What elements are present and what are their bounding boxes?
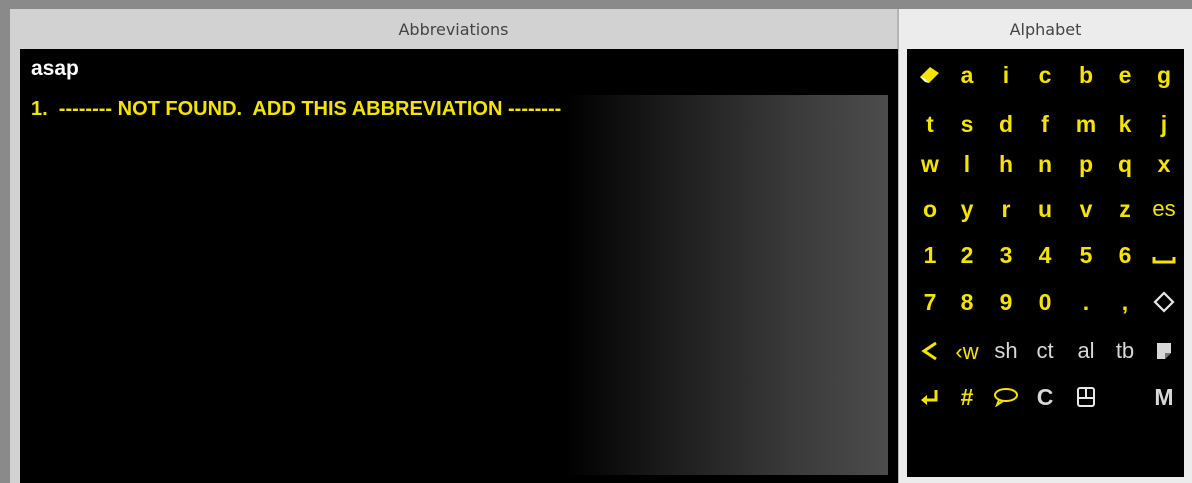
key-w[interactable]: w [911,145,949,183]
key-2[interactable]: 2 [948,236,986,274]
key-4[interactable]: 4 [1026,236,1064,274]
window-frame-top [0,0,1192,9]
eraser-icon[interactable] [911,56,949,94]
key-M[interactable]: M [1145,378,1183,416]
key-s[interactable]: s [948,105,986,143]
key-ct[interactable]: ct [1026,332,1064,370]
key-q[interactable]: q [1106,145,1144,183]
key-x[interactable]: x [1145,145,1183,183]
key-v[interactable]: v [1067,190,1105,228]
results-bottom-edge [20,475,898,483]
key-3[interactable]: 3 [987,236,1025,274]
key-p[interactable]: p [1067,145,1105,183]
back-word-icon[interactable]: ‹w [948,332,986,370]
note-icon[interactable] [1145,332,1183,370]
enter-icon[interactable] [911,378,949,416]
key-d[interactable]: d [987,105,1025,143]
speech-bubble-icon[interactable] [987,378,1025,416]
abbreviation-input[interactable]: asap [20,49,898,89]
key-a[interactable]: a [948,56,986,94]
key-5[interactable]: 5 [1067,236,1105,274]
abbreviation-results-list[interactable]: 1. -------- NOT FOUND. ADD THIS ABBREVIA… [20,89,898,483]
key-0[interactable]: 0 [1026,283,1064,321]
key-m[interactable]: m [1067,105,1105,143]
key-blank[interactable] [1106,378,1144,416]
key-es[interactable]: es [1145,190,1183,228]
key-k[interactable]: k [1106,105,1144,143]
back-arrow-icon[interactable] [911,332,949,370]
key-al[interactable]: al [1067,332,1105,370]
key-#[interactable]: # [948,378,986,416]
key-y[interactable]: y [948,190,986,228]
key-l[interactable]: l [948,145,986,183]
key-h[interactable]: h [987,145,1025,183]
key-9[interactable]: 9 [987,283,1025,321]
alphabet-keyboard: a i c b e g t s d f m k j w l h n p q x o y r u v z es 1 2 3 4 5 6 7 8 9 0.,… [907,49,1184,477]
key-7[interactable]: 7 [911,283,949,321]
space-icon[interactable] [1145,236,1183,274]
key-,[interactable]: , [1106,283,1144,321]
window-frame-left [0,0,10,483]
key-e[interactable]: e [1106,56,1144,94]
key-j[interactable]: j [1145,105,1183,143]
key-n[interactable]: n [1026,145,1064,183]
key-C[interactable]: C [1026,378,1064,416]
key-t[interactable]: t [911,105,949,143]
key-r[interactable]: r [987,190,1025,228]
key-b[interactable]: b [1067,56,1105,94]
key-f[interactable]: f [1026,105,1064,143]
key-sh[interactable]: sh [987,332,1025,370]
key-.[interactable]: . [1067,283,1105,321]
key-1[interactable]: 1 [911,236,949,274]
results-right-edge [888,89,898,483]
abbreviations-title: Abbreviations [398,20,509,39]
alphabet-title: Alphabet [1009,20,1082,39]
key-8[interactable]: 8 [948,283,986,321]
result-item-not-found[interactable]: 1. -------- NOT FOUND. ADD THIS ABBREVIA… [31,96,561,122]
key-z[interactable]: z [1106,190,1144,228]
keypad-icon[interactable] [1067,378,1105,416]
results-top-edge [20,89,888,95]
key-g[interactable]: g [1145,56,1183,94]
key-6[interactable]: 6 [1106,236,1144,274]
key-i[interactable]: i [987,56,1025,94]
key-tb[interactable]: tb [1106,332,1144,370]
diamond-icon[interactable] [1145,283,1183,321]
key-u[interactable]: u [1026,190,1064,228]
key-o[interactable]: o [911,190,949,228]
key-c[interactable]: c [1026,56,1064,94]
